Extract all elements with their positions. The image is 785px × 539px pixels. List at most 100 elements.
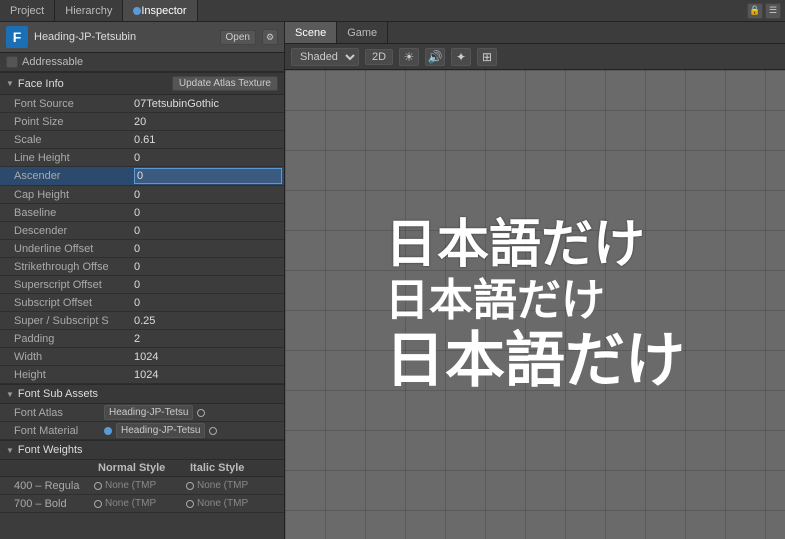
font-material-label: Font Material: [14, 425, 104, 437]
tab-project[interactable]: Project: [0, 0, 55, 21]
font-source-value: 07TetsubinGothic: [134, 98, 219, 110]
weight-400-name: 400 – Regula: [14, 480, 94, 492]
font-atlas-dot-icon[interactable]: [197, 409, 205, 417]
height-label: Height: [14, 369, 134, 381]
overlay-icon[interactable]: ⊞: [477, 48, 497, 66]
effects-icon[interactable]: ✦: [451, 48, 471, 66]
scale-row: Scale 0.61: [0, 131, 284, 149]
font-sub-assets-section-header[interactable]: ▼ Font Sub Assets: [0, 384, 284, 404]
line-height-value: 0: [134, 152, 140, 164]
font-atlas-label: Font Atlas: [14, 407, 104, 419]
font-material-value-container: Heading-JP-Tetsu: [104, 423, 278, 438]
strikethrough-label: Strikethrough Offse: [14, 261, 134, 273]
padding-row: Padding 2: [0, 330, 284, 348]
ascender-input[interactable]: [134, 168, 282, 184]
inspector-title: Heading-JP-Tetsubin: [34, 31, 214, 43]
baseline-label: Baseline: [14, 207, 134, 219]
weight-400-normal: None (TMP: [94, 480, 186, 491]
tab-hierarchy[interactable]: Hierarchy: [55, 0, 123, 21]
weight-400-italic-dot-icon: [186, 482, 194, 490]
font-source-label: Font Source: [14, 98, 134, 110]
face-info-section-header[interactable]: ▼ Face Info Update Atlas Texture: [0, 72, 284, 95]
strikethrough-value: 0: [134, 261, 140, 273]
descender-value: 0: [134, 225, 140, 237]
weight-400-row: 400 – Regula None (TMP None (TMP: [0, 477, 284, 495]
font-weights-label: Font Weights: [18, 444, 83, 456]
tab-scene-label: Scene: [295, 27, 326, 39]
weight-700-normal-value: None (TMP: [105, 498, 156, 509]
strikethrough-row: Strikethrough Offse 0: [0, 258, 284, 276]
font-source-row: Font Source 07TetsubinGothic: [0, 95, 284, 113]
font-material-pick-icon[interactable]: [209, 427, 217, 435]
inspector-settings-icon[interactable]: ⚙: [262, 29, 278, 45]
scene-game-tabs: Scene Game: [285, 22, 785, 44]
underline-offset-label: Underline Offset: [14, 243, 134, 255]
font-weights-section-header[interactable]: ▼ Font Weights: [0, 440, 284, 460]
weight-700-row: 700 – Bold None (TMP None (TMP: [0, 495, 284, 513]
font-material-asset: Heading-JP-Tetsu: [116, 423, 205, 438]
font-weights-col-headers: Normal Style Italic Style: [0, 460, 284, 477]
weight-400-normal-dot-icon: [94, 482, 102, 490]
menu-icon[interactable]: ☰: [765, 3, 781, 19]
baseline-row: Baseline 0: [0, 204, 284, 222]
lock-icon[interactable]: 🔒: [747, 3, 763, 19]
weight-700-normal-dot-icon: [94, 500, 102, 508]
weight-400-italic: None (TMP: [186, 480, 278, 491]
scale-label: Scale: [14, 134, 134, 146]
font-sub-assets-label: Font Sub Assets: [18, 388, 98, 400]
shaded-dropdown[interactable]: Shaded: [291, 48, 359, 66]
descender-label: Descender: [14, 225, 134, 237]
underline-offset-row: Underline Offset 0: [0, 240, 284, 258]
japanese-text-line3: 日本語だけ: [385, 331, 685, 391]
underline-offset-value: 0: [134, 243, 140, 255]
tab-hierarchy-label: Hierarchy: [65, 5, 112, 17]
japanese-text-container: 日本語だけ 日本語だけ 日本語だけ: [365, 199, 705, 411]
cap-height-label: Cap Height: [14, 189, 134, 201]
superscript-label: Superscript Offset: [14, 279, 134, 291]
super-sub-row: Super / Subscript S 0.25: [0, 312, 284, 330]
normal-style-col-header: Normal Style: [98, 462, 186, 474]
weight-400-normal-value: None (TMP: [105, 480, 156, 491]
font-icon: F: [6, 26, 28, 48]
font-atlas-row: Font Atlas Heading-JP-Tetsu: [0, 404, 284, 422]
japanese-text-line1: 日本語だけ: [385, 219, 645, 271]
scene-panel: Scene Game Shaded 2D ☀ 🔊 ✦ ⊞ 日本語だけ 日本語だけ…: [285, 22, 785, 539]
addressable-checkbox[interactable]: [6, 56, 18, 68]
japanese-text-line2: 日本語だけ: [385, 279, 605, 323]
point-size-label: Point Size: [14, 116, 134, 128]
height-value: 1024: [134, 369, 158, 381]
inspector-header: F Heading-JP-Tetsubin Open ⚙: [0, 22, 284, 53]
tab-game[interactable]: Game: [337, 22, 388, 43]
audio-icon[interactable]: 🔊: [425, 48, 445, 66]
cap-height-value: 0: [134, 189, 140, 201]
tab-game-label: Game: [347, 27, 377, 39]
font-material-dot-icon: [104, 427, 112, 435]
width-value: 1024: [134, 351, 158, 363]
point-size-value: 20: [134, 116, 146, 128]
main-area: F Heading-JP-Tetsubin Open ⚙ Addressable…: [0, 22, 785, 539]
width-row: Width 1024: [0, 348, 284, 366]
weight-700-italic-dot-icon: [186, 500, 194, 508]
font-atlas-value-container: Heading-JP-Tetsu: [104, 405, 278, 420]
sun-icon[interactable]: ☀: [399, 48, 419, 66]
point-size-row: Point Size 20: [0, 113, 284, 131]
font-material-row: Font Material Heading-JP-Tetsu: [0, 422, 284, 440]
tab-inspector-label: Inspector: [141, 5, 186, 17]
superscript-row: Superscript Offset 0: [0, 276, 284, 294]
tab-scene[interactable]: Scene: [285, 22, 337, 43]
open-button[interactable]: Open: [220, 30, 256, 45]
scale-value: 0.61: [134, 134, 155, 146]
height-row: Height 1024: [0, 366, 284, 384]
italic-style-col-header: Italic Style: [190, 462, 278, 474]
weight-700-name: 700 – Bold: [14, 498, 94, 510]
update-atlas-button[interactable]: Update Atlas Texture: [172, 76, 278, 91]
addressable-label: Addressable: [22, 56, 83, 68]
padding-value: 2: [134, 333, 140, 345]
tab-inspector[interactable]: Inspector: [123, 0, 197, 21]
font-sub-assets-triangle: ▼: [6, 390, 14, 399]
inspector-dot-icon: [133, 7, 141, 15]
line-height-row: Line Height 0: [0, 149, 284, 167]
face-info-triangle: ▼: [6, 79, 14, 88]
weight-700-italic-value: None (TMP: [197, 498, 248, 509]
2d-button[interactable]: 2D: [365, 49, 393, 65]
